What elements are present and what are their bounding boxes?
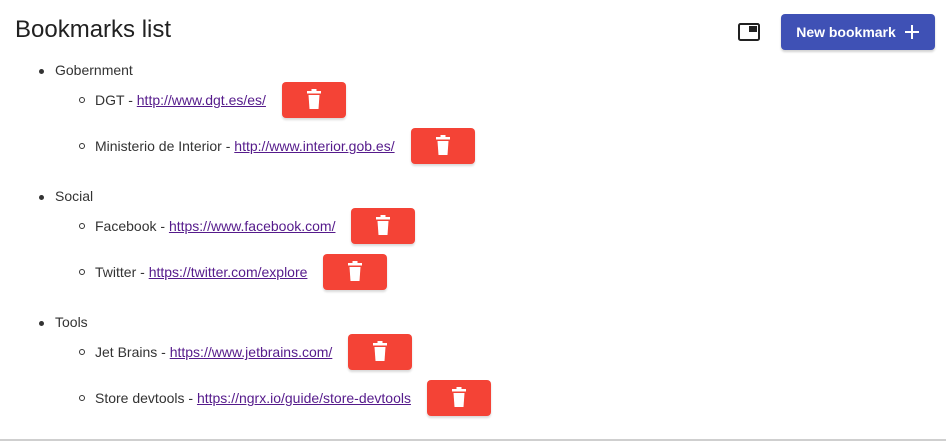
bookmark-name: Twitter <box>95 264 137 280</box>
bookmark-name: Facebook <box>95 218 157 234</box>
bookmark-name: Store devtools <box>95 390 185 406</box>
bookmark-item: Twitter - https://twitter.com/explore <box>95 264 307 280</box>
bookmark-link[interactable]: https://ngrx.io/guide/store-devtools <box>197 390 411 406</box>
separator: - <box>124 92 137 108</box>
trash-icon <box>451 386 467 410</box>
bookmark-bullet <box>79 269 85 275</box>
bookmark-bullet <box>79 97 85 103</box>
new-bookmark-button[interactable]: New bookmark <box>781 14 935 50</box>
trash-icon <box>306 88 322 112</box>
separator: - <box>157 344 170 360</box>
delete-bookmark-button[interactable] <box>323 254 387 290</box>
bookmark-item: Store devtools - https://ngrx.io/guide/s… <box>95 390 411 406</box>
bookmark-bullet <box>79 143 85 149</box>
delete-bookmark-button[interactable] <box>282 82 346 118</box>
group-label: Social <box>55 188 94 204</box>
separator: - <box>184 390 197 406</box>
bookmark-item: DGT - http://www.dgt.es/es/ <box>95 92 266 108</box>
trash-icon <box>372 340 388 364</box>
bookmark-item: Facebook - https://www.facebook.com/ <box>95 218 335 234</box>
group-label: Tools <box>55 314 88 330</box>
bookmark-link[interactable]: https://www.jetbrains.com/ <box>170 344 333 360</box>
bookmark-bullet <box>79 223 85 229</box>
delete-bookmark-button[interactable] <box>348 334 412 370</box>
bookmark-link[interactable]: http://www.interior.gob.es/ <box>234 138 394 154</box>
trash-icon <box>375 214 391 238</box>
bookmark-name: Jet Brains <box>95 344 158 360</box>
group-bullet <box>39 321 44 326</box>
group-label: Gobernment <box>55 62 133 78</box>
bookmark-item: Ministerio de Interior - http://www.inte… <box>95 138 395 154</box>
bookmark-bullet <box>79 395 85 401</box>
group-bullet <box>39 195 44 200</box>
delete-bookmark-button[interactable] <box>411 128 475 164</box>
page-title: Bookmarks list <box>15 16 172 43</box>
bookmark-name: Ministerio de Interior <box>95 138 222 154</box>
bookmark-link[interactable]: http://www.dgt.es/es/ <box>137 92 266 108</box>
trash-icon <box>347 260 363 284</box>
delete-bookmark-button[interactable] <box>427 380 491 416</box>
bookmark-item: Jet Brains - https://www.jetbrains.com/ <box>95 344 332 360</box>
separator: - <box>221 138 235 154</box>
new-bookmark-label: New bookmark <box>796 24 896 40</box>
group-bullet <box>39 69 44 74</box>
plus-icon <box>904 24 920 40</box>
bookmark-link[interactable]: https://www.facebook.com/ <box>169 218 336 234</box>
separator: - <box>156 218 169 234</box>
separator: - <box>136 264 149 280</box>
window-icon[interactable] <box>738 23 760 41</box>
bookmark-bullet <box>79 349 85 355</box>
bookmarks-card: Bookmarks list New bookmark Gobernment DG… <box>0 0 946 441</box>
bookmark-name: DGT <box>95 92 125 108</box>
trash-icon <box>435 134 451 158</box>
bookmark-link[interactable]: https://twitter.com/explore <box>149 264 308 280</box>
delete-bookmark-button[interactable] <box>351 208 415 244</box>
